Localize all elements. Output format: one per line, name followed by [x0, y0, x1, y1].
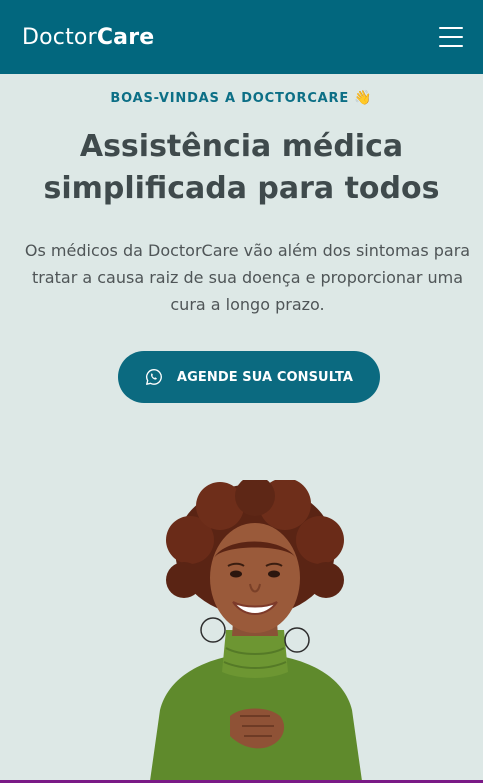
- logo-text-bold: Care: [96, 24, 155, 50]
- schedule-appointment-button[interactable]: AGENDE SUA CONSULTA: [118, 351, 380, 403]
- logo-text-light: Doctor: [22, 24, 97, 50]
- waving-hand-icon: 👋: [354, 90, 373, 106]
- menu-line: [439, 45, 463, 47]
- cta-label: AGENDE SUA CONSULTA: [176, 369, 354, 385]
- site-header: DoctorCare: [0, 0, 483, 74]
- hamburger-icon[interactable]: [439, 26, 465, 48]
- menu-line: [439, 36, 463, 38]
- welcome-eyebrow: BOAS-VINDAS A DOCTORCARE 👋: [0, 90, 483, 106]
- logo[interactable]: DoctorCare: [22, 25, 154, 50]
- menu-line: [439, 27, 463, 29]
- smiling-woman-photo: [150, 480, 362, 781]
- hero-title: Assistência médica simplificada para tod…: [43, 129, 440, 206]
- welcome-text: BOAS-VINDAS A DOCTORCARE: [110, 91, 350, 106]
- whatsapp-icon: [145, 368, 162, 385]
- page: DoctorCare BOAS-VINDAS A DOCTORCARE 👋 As…: [0, 0, 483, 781]
- hero-description: Os médicos da DoctorCare vão além dos si…: [24, 241, 471, 314]
